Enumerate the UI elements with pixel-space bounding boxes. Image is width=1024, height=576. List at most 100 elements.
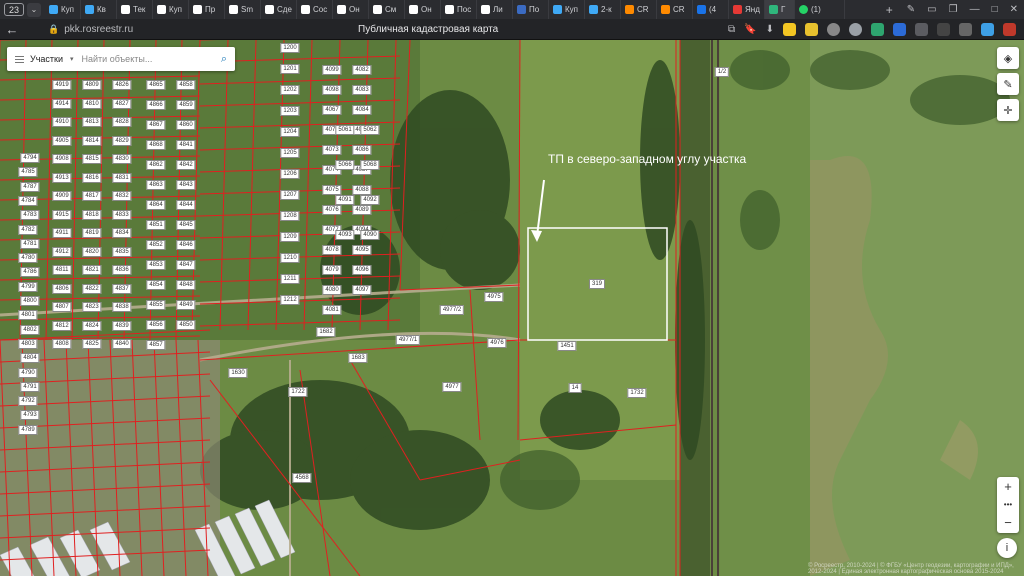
parcel-label[interactable]: 4820 [82,246,102,257]
parcel-label[interactable]: 4843 [176,180,196,190]
copy-icon[interactable]: ⧉ [728,24,735,35]
parcel-label[interactable]: 4862 [146,160,166,170]
parcel-label[interactable]: 4813 [82,117,102,127]
parcel-label[interactable]: 4076 [322,205,342,215]
zoom-out-button[interactable]: − [997,513,1019,531]
tab-active[interactable]: Г [765,0,795,19]
parcel-label[interactable]: 4850 [176,320,196,330]
layers-button[interactable]: ◈ [997,47,1019,69]
parcel-label[interactable]: 4095 [352,245,372,255]
parcel-label[interactable]: 4868 [146,140,166,150]
parcel-label[interactable]: 4913 [52,172,72,183]
parcel-label[interactable]: 1207 [280,190,300,200]
download-icon[interactable]: ⬇ [766,24,774,35]
tab-3[interactable]: Куп [153,0,189,19]
parcel-label[interactable]: 4977 [442,382,462,392]
parcel-label[interactable]: 4911 [52,228,72,238]
parcel-label[interactable]: 4851 [146,220,166,230]
extension-l-icon[interactable] [805,22,818,36]
extension-yellow-icon[interactable] [783,22,796,36]
parcel-label[interactable]: 4836 [112,265,132,275]
parcel-label[interactable]: 4792 [18,396,38,407]
parcel-label[interactable]: 4910 [52,117,72,127]
tab-15[interactable]: 2-к [585,0,621,19]
window-maximize-icon[interactable]: □ [992,4,998,15]
minimize-icon[interactable]: ▭ [927,4,936,15]
parcel-label[interactable]: 4568 [292,473,312,483]
parcel-label[interactable]: 4854 [146,280,166,290]
parcel-label[interactable]: 4080 [322,285,342,295]
parcel-label[interactable]: 4855 [146,300,166,310]
parcel-label[interactable]: 5061 [335,125,355,135]
parcel-label[interactable]: 1202 [280,85,300,95]
parcel-label[interactable]: 4803 [18,338,38,349]
tab-13[interactable]: По [513,0,549,19]
parcel-label[interactable]: 1205 [280,148,300,158]
measure-button[interactable]: ✎ [997,73,1019,95]
parcel-label[interactable]: 4905 [52,135,72,146]
extension-dark-icon[interactable] [937,22,950,36]
tab-counter[interactable]: 23 [4,3,24,16]
parcel-label[interactable]: 4789 [18,424,38,435]
parcel-label[interactable]: 4846 [176,240,196,250]
parcel-label[interactable]: 4828 [112,117,132,127]
parcel-label[interactable]: 4097 [352,285,372,295]
parcel-label[interactable]: 4829 [112,135,132,146]
parcel-label[interactable]: 4919 [52,80,72,90]
extension-grid-icon[interactable] [915,22,928,36]
parcel-label[interactable]: 4090 [360,230,380,240]
parcel-label[interactable]: 4908 [52,154,72,164]
menu-icon[interactable] [15,55,24,63]
parcel-label[interactable]: 4089 [352,205,372,215]
parcel-label[interactable]: 4091 [335,195,355,205]
extension-green-icon[interactable] [871,22,884,36]
parcel-label[interactable]: 4794 [20,153,40,163]
info-button[interactable]: i [997,538,1017,558]
tab-5[interactable]: Sm [225,0,261,19]
parcel-label[interactable]: 1451 [557,341,577,351]
parcel-label[interactable]: 4096 [352,265,372,275]
tab-list-chevron-icon[interactable]: ⌄ [27,2,41,17]
parcel-label[interactable]: 4852 [146,240,166,250]
chevron-down-icon[interactable]: ▾ [70,55,74,63]
parcel-label[interactable]: 4865 [146,80,166,90]
parcel-label[interactable]: 4785 [18,167,38,178]
tab-4[interactable]: Пр [189,0,225,19]
parcel-label[interactable]: 4848 [176,280,196,290]
parcel-label[interactable]: 4782 [18,224,38,235]
parcel-label[interactable]: 4823 [82,302,102,312]
parcel-label[interactable]: 4081 [322,305,342,315]
parcel-label[interactable]: 4856 [146,320,166,330]
parcel-label[interactable]: 4847 [176,260,196,270]
parcel-label[interactable]: 1203 [280,106,300,116]
parcel-label[interactable]: 5066 [335,160,355,170]
parcel-label[interactable]: 4915 [52,209,72,220]
parcel-label[interactable]: 4083 [352,85,372,95]
parcel-label[interactable]: 4975 [484,292,504,302]
parcel-label[interactable]: 4909 [52,191,72,201]
parcel-label[interactable]: 4822 [82,283,102,294]
parcel-label[interactable]: 4867 [146,120,166,130]
parcel-label[interactable]: 4859 [176,100,196,110]
bookmark-icon[interactable]: 🔖 [744,24,756,35]
parcel-label[interactable]: 4806 [52,283,72,294]
parcel-label[interactable]: 4781 [20,238,40,249]
parcel-label[interactable]: 4835 [112,246,132,257]
parcel-label[interactable]: 4841 [176,140,196,150]
parcel-label[interactable]: 4808 [52,339,72,349]
tab-14[interactable]: Куп [549,0,585,19]
parcel-label[interactable]: 4807 [52,302,72,312]
parcel-label[interactable]: 4088 [352,185,372,195]
tab-12[interactable]: Ли [477,0,513,19]
zoom-more-button[interactable]: ••• [997,495,1019,513]
parcel-label[interactable]: 4067 [322,105,342,115]
parcel-label[interactable]: 4815 [82,154,102,164]
tab-17[interactable]: CR [657,0,693,19]
parcel-label[interactable]: 4810 [82,98,102,109]
map-canvas[interactable]: 4794 4785 4787 4784 4783 4782 4781 4780 4786 4799… [0,40,1024,576]
parcel-label[interactable]: 4809 [82,80,102,90]
restore-icon[interactable]: ❐ [949,4,958,15]
tab-9[interactable]: См [369,0,405,19]
parcel-label[interactable]: 4793 [20,410,40,421]
parcel-label[interactable]: 4790 [18,367,38,378]
